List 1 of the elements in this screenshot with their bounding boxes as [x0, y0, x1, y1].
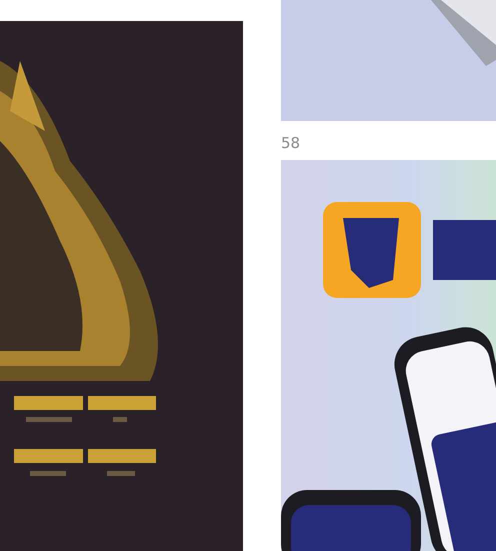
image-number: 58 [281, 134, 300, 152]
